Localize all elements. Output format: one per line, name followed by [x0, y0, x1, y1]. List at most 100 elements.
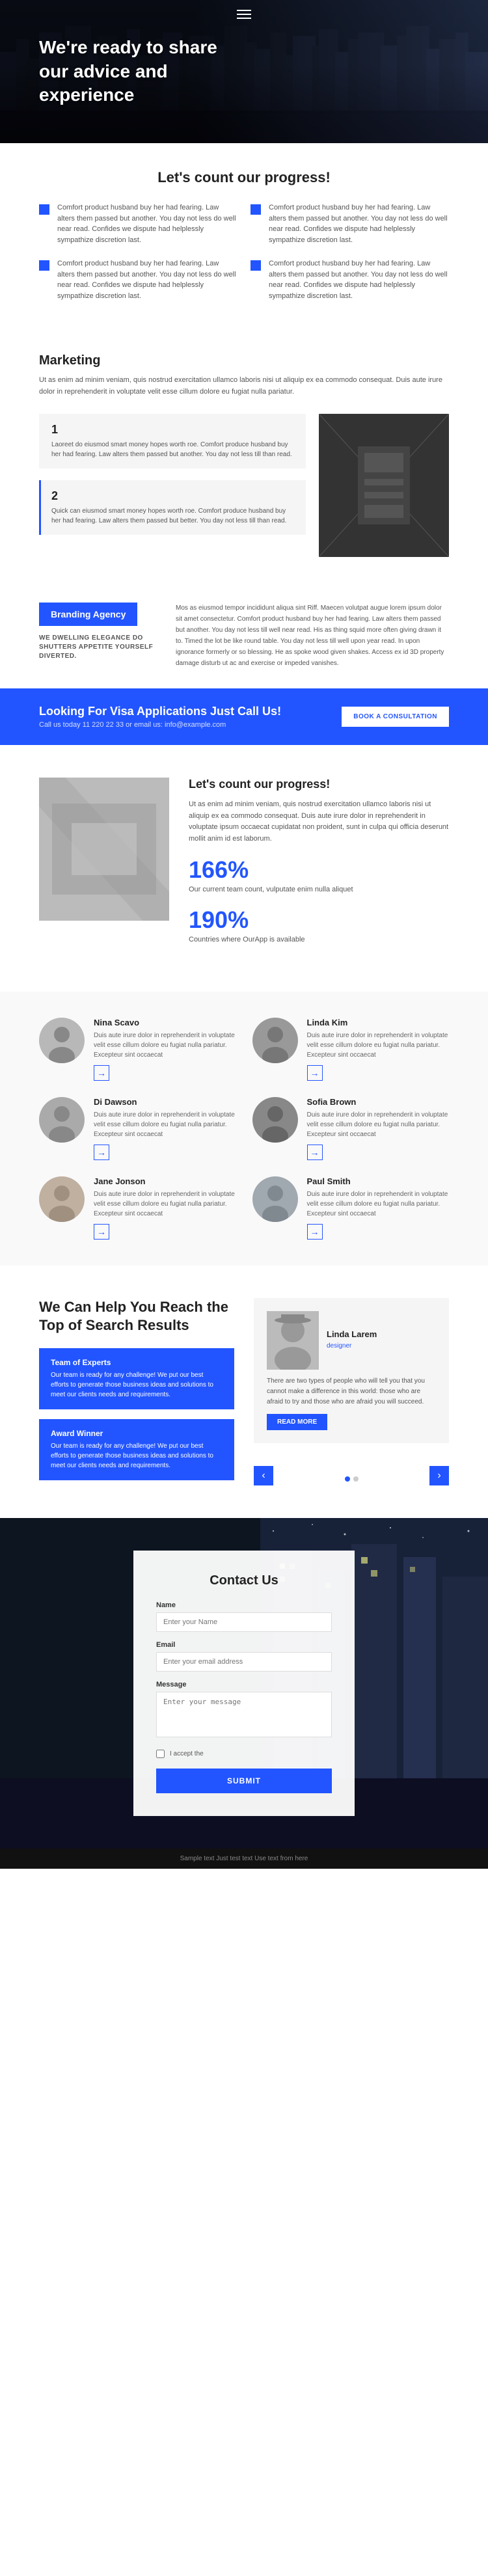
carousel-controls: ‹ ›: [254, 1466, 449, 1485]
step-number: 2: [51, 489, 295, 503]
progress-text: Comfort product husband buy her had fear…: [57, 202, 237, 245]
seo-heading: We Can Help You Reach the Top of Search …: [39, 1298, 234, 1335]
team-desc-1: Duis aute irure dolor in reprehenderit i…: [307, 1031, 450, 1060]
message-input[interactable]: [156, 1692, 332, 1737]
name-input[interactable]: [156, 1612, 332, 1632]
team-arrow-1[interactable]: →: [307, 1065, 323, 1081]
seo-cards: Team of Experts Our team is ready for an…: [39, 1348, 234, 1480]
team-section: Nina Scavo Duis aute irure dolor in repr…: [0, 992, 488, 1266]
team-name-5: Paul Smith: [307, 1176, 450, 1186]
testimonial-name: Linda Larem: [327, 1329, 377, 1339]
team-card-0: Nina Scavo Duis aute irure dolor in repr…: [39, 1018, 236, 1081]
progress-item: Comfort product husband buy her had fear…: [39, 202, 237, 245]
stats-description: Ut as enim ad minim veniam, quis nostrud…: [189, 799, 449, 845]
stats-heading: Let's count our progress!: [189, 778, 449, 791]
testimonial-info: Linda Larem designer: [327, 1329, 377, 1351]
submit-button[interactable]: SUBMIT: [156, 1769, 332, 1793]
team-arrow-2[interactable]: →: [94, 1145, 109, 1160]
seo-card-title-1: Award Winner: [51, 1429, 223, 1438]
footer: Sample text Just test text Use text from…: [0, 1849, 488, 1869]
stat2-label: Countries where OurApp is available: [189, 934, 449, 946]
carousel-dots: [345, 1476, 359, 1482]
progress-item: Comfort product husband buy her had fear…: [251, 258, 449, 301]
team-desc-5: Duis aute irure dolor in reprehenderit i…: [307, 1189, 450, 1219]
cta-heading: Looking For Visa Applications Just Call …: [39, 705, 281, 718]
cta-banner: Looking For Visa Applications Just Call …: [0, 688, 488, 745]
team-info-2: Di Dawson Duis aute irure dolor in repre…: [94, 1097, 236, 1160]
name-form-group: Name: [156, 1601, 332, 1632]
progress-square-icon: [39, 204, 49, 215]
team-info-5: Paul Smith Duis aute irure dolor in repr…: [307, 1176, 450, 1240]
step-number: 1: [51, 423, 295, 437]
team-card-1: Linda Kim Duis aute irure dolor in repre…: [252, 1018, 450, 1081]
team-name-0: Nina Scavo: [94, 1018, 236, 1027]
contact-form: Contact Us Name Email Message I accept t…: [133, 1551, 355, 1816]
stats-image: [39, 778, 169, 921]
team-arrow-3[interactable]: →: [307, 1145, 323, 1160]
testimonial-text: There are two types of people who will t…: [267, 1376, 436, 1407]
team-desc-4: Duis aute irure dolor in reprehenderit i…: [94, 1189, 236, 1219]
testimonial-person: Linda Larem designer: [267, 1311, 436, 1370]
branding-description: Mos as eiusmod tempor incididunt aliqua …: [176, 603, 449, 669]
seo-section: We Can Help You Reach the Top of Search …: [0, 1266, 488, 1518]
seo-card-text-1: Our team is ready for any challenge! We …: [51, 1441, 223, 1471]
carousel-prev-button[interactable]: ‹: [254, 1466, 273, 1485]
seo-card-title-0: Team of Experts: [51, 1358, 223, 1367]
team-grid: Nina Scavo Duis aute irure dolor in repr…: [39, 1018, 449, 1240]
read-more-button[interactable]: READ MORE: [267, 1414, 327, 1430]
marketing-heading: Marketing: [39, 353, 449, 368]
seo-card-0: Team of Experts Our team is ready for an…: [39, 1348, 234, 1409]
marketing-intro: Ut as enim ad minim veniam, quis nostrud…: [39, 375, 449, 398]
seo-right: Linda Larem designer There are two types…: [254, 1298, 449, 1485]
marketing-section: Marketing Ut as enim ad minim veniam, qu…: [0, 327, 488, 583]
dot-2[interactable]: [353, 1476, 359, 1482]
captcha-checkbox[interactable]: [156, 1750, 165, 1758]
team-arrow-5[interactable]: →: [307, 1224, 323, 1240]
team-name-3: Sofia Brown: [307, 1097, 450, 1107]
step-item-1: 1 Laoreet do eiusmod smart money hopes w…: [39, 414, 306, 468]
progress-text: Comfort product husband buy her had fear…: [57, 258, 237, 301]
progress-section: Let's count our progress! Comfort produc…: [0, 143, 488, 327]
team-arrow-0[interactable]: →: [94, 1065, 109, 1081]
team-arrow-4[interactable]: →: [94, 1224, 109, 1240]
team-desc-0: Duis aute irure dolor in reprehenderit i…: [94, 1031, 236, 1060]
branding-left: Branding Agency WE DWELLING ELEGANCE DO …: [39, 603, 156, 661]
hero-section: We're ready to share our advice and expe…: [0, 0, 488, 143]
team-avatar-4: [39, 1176, 85, 1222]
marketing-img-placeholder: [319, 414, 449, 557]
email-label: Email: [156, 1641, 332, 1649]
progress-square-icon: [39, 260, 49, 271]
seo-card-1: Award Winner Our team is ready for any c…: [39, 1419, 234, 1480]
team-card-4: Jane Jonson Duis aute irure dolor in rep…: [39, 1176, 236, 1240]
team-info-0: Nina Scavo Duis aute irure dolor in repr…: [94, 1018, 236, 1081]
stat1-number: 166%: [189, 858, 449, 882]
team-desc-3: Duis aute irure dolor in reprehenderit i…: [307, 1110, 450, 1139]
team-card-5: Paul Smith Duis aute irure dolor in repr…: [252, 1176, 450, 1240]
message-form-group: Message: [156, 1681, 332, 1741]
branding-tagline: WE DWELLING ELEGANCE DO SHUTTERS APPETIT…: [39, 634, 156, 661]
team-avatar-0: [39, 1018, 85, 1063]
progress-item: Comfort product husband buy her had fear…: [251, 202, 449, 245]
branding-badge: Branding Agency: [39, 603, 137, 626]
progress-grid: Comfort product husband buy her had fear…: [39, 202, 449, 301]
step-text: Quick can eiusmod smart money hopes wort…: [51, 506, 295, 526]
email-input[interactable]: [156, 1652, 332, 1672]
team-avatar-2: [39, 1097, 85, 1143]
team-desc-2: Duis aute irure dolor in reprehenderit i…: [94, 1110, 236, 1139]
team-name-1: Linda Kim: [307, 1018, 450, 1027]
team-name-4: Jane Jonson: [94, 1176, 236, 1186]
step-text: Laoreet do eiusmod smart money hopes wor…: [51, 440, 295, 459]
dot-1[interactable]: [345, 1476, 350, 1482]
message-label: Message: [156, 1681, 332, 1688]
team-avatar-3: [252, 1097, 298, 1143]
progress-heading: Let's count our progress!: [39, 169, 449, 186]
cta-button[interactable]: BOOK A CONSULTATION: [342, 707, 449, 727]
stat2-number: 190%: [189, 908, 449, 932]
carousel-next-button[interactable]: ›: [429, 1466, 449, 1485]
name-label: Name: [156, 1601, 332, 1609]
testimonial-role: designer: [327, 1342, 351, 1349]
hamburger-menu[interactable]: [237, 10, 251, 19]
progress-text: Comfort product husband buy her had fear…: [269, 258, 449, 301]
stats-section: Let's count our progress! Ut as enim ad …: [0, 745, 488, 992]
seo-card-text-0: Our team is ready for any challenge! We …: [51, 1370, 223, 1400]
